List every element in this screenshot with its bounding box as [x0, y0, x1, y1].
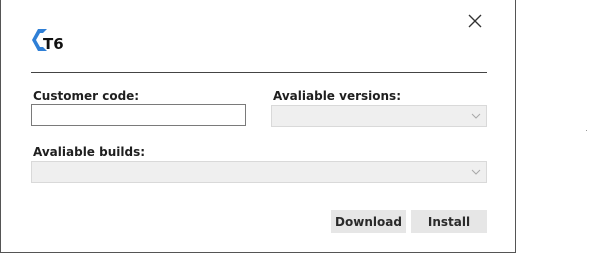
stray-pixel [586, 130, 587, 131]
close-button[interactable] [465, 11, 485, 31]
download-button[interactable]: Download [331, 210, 406, 233]
install-dialog: T6 Customer code: Avaliable versions: Av… [0, 0, 516, 253]
header-divider [31, 72, 487, 73]
builds-select[interactable] [31, 161, 487, 183]
chevron-down-icon [471, 169, 481, 175]
app-logo: T6 [31, 27, 71, 53]
logo-text: T6 [43, 35, 64, 53]
versions-select[interactable] [271, 105, 487, 127]
builds-label: Avaliable builds: [33, 145, 146, 159]
close-icon [468, 14, 482, 28]
customer-code-input[interactable] [31, 104, 246, 126]
install-button[interactable]: Install [411, 210, 487, 233]
customer-code-label: Customer code: [33, 89, 140, 103]
versions-label: Avaliable versions: [273, 89, 401, 103]
chevron-down-icon [471, 113, 481, 119]
